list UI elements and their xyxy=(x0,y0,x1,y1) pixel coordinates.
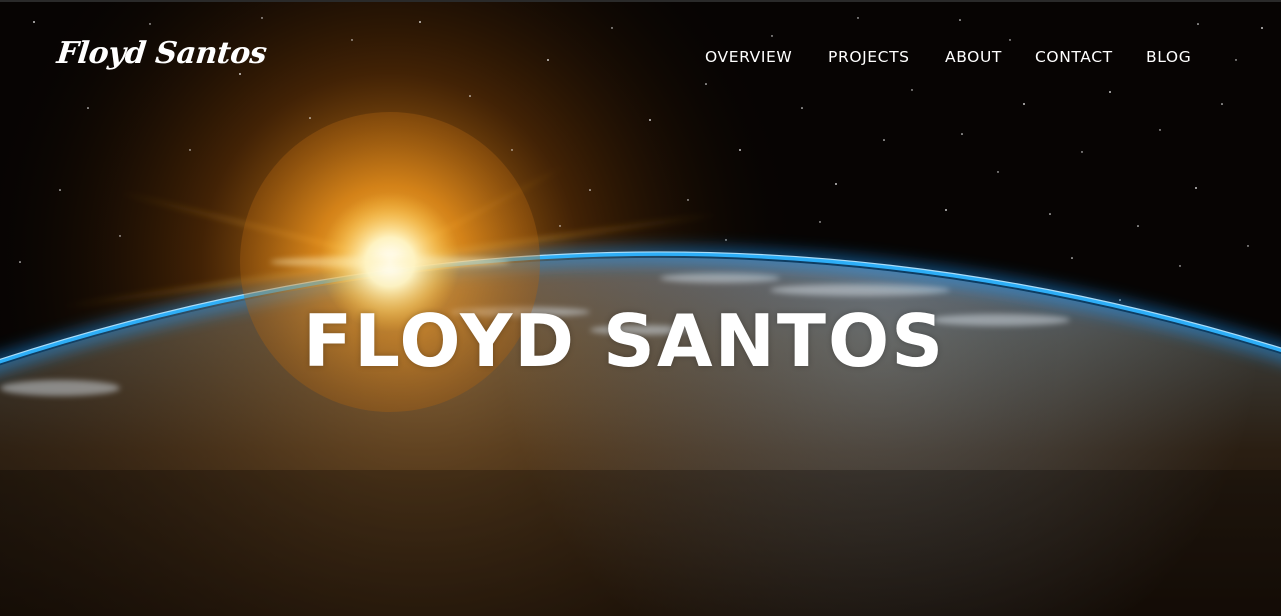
hero-section: Floyd Santos OVERVIEW PROJECTS ABOUT CON… xyxy=(0,0,1281,616)
nav-item-contact[interactable]: CONTACT xyxy=(1035,47,1113,67)
nav-item-about[interactable]: ABOUT xyxy=(945,47,1002,67)
nav-item-overview[interactable]: OVERVIEW xyxy=(705,47,792,67)
main-nav: OVERVIEW PROJECTS ABOUT CONTACT BLOG xyxy=(0,47,1281,69)
hero-title: FLOYD SANTOS xyxy=(302,299,946,383)
top-border xyxy=(0,0,1281,2)
nav-item-projects[interactable]: PROJECTS xyxy=(828,47,910,67)
nav-item-blog[interactable]: BLOG xyxy=(1146,47,1191,67)
